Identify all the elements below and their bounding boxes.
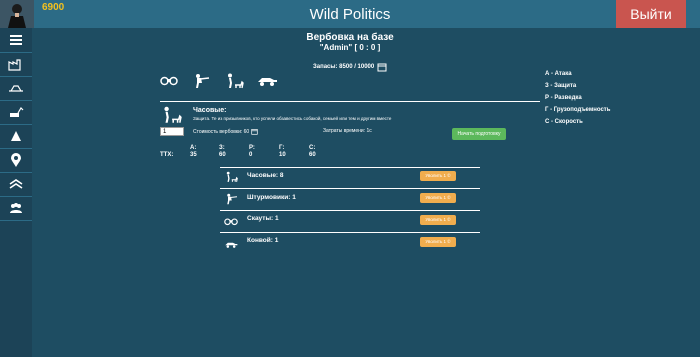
sidebar-item-people[interactable]: [0, 196, 32, 221]
digger-icon: [10, 107, 24, 117]
guard-dog-icon: [228, 73, 244, 89]
sidebar-item-factory[interactable]: [0, 52, 32, 77]
factory-icon: [8, 59, 21, 71]
unit-row-icon: [224, 214, 238, 232]
convoy-icon: [258, 78, 277, 86]
unit-row-label: Скауты: 1: [247, 215, 279, 222]
ttx-key: С:: [309, 145, 316, 151]
binoculars-icon: [224, 218, 238, 226]
legend-item: Г - Грузоподъемность: [545, 107, 611, 113]
dismiss-button[interactable]: Уволить 1 ©: [420, 193, 456, 203]
unit-type-convoy[interactable]: [256, 73, 278, 87]
stats-legend: А - Атака З - Защита Р - Разведка Г - Гр…: [545, 71, 610, 131]
sidebar: [0, 28, 32, 357]
supplies: Запасы: 8500 / 10000: [313, 62, 387, 72]
ttx-value: 0: [249, 152, 253, 158]
ttx-key: Г:: [279, 145, 285, 151]
recruit-cost: Стоимость вербовки: 60: [193, 128, 258, 135]
unit-type-guards[interactable]: [224, 73, 244, 89]
dismiss-button[interactable]: Уволить 1 ©: [420, 237, 456, 247]
quantity-input[interactable]: 1: [160, 127, 184, 136]
legend-item: Р - Разведка: [545, 95, 582, 101]
unit-type-scouts[interactable]: [160, 73, 178, 87]
dismiss-button[interactable]: Уволить 1 ©: [420, 215, 456, 225]
unit-row-label: Часовые: 8: [247, 172, 284, 179]
unit-row-icon: [224, 170, 238, 188]
location-icon: [11, 153, 21, 167]
field-icon: [9, 85, 23, 92]
player-info: "Admin" [ 0 : 0 ]: [319, 43, 381, 52]
divider: [160, 101, 540, 102]
app-title: Wild Politics: [309, 6, 391, 23]
sidebar-item-rank[interactable]: [0, 172, 32, 197]
box-icon: [251, 129, 258, 135]
divider: [220, 167, 480, 168]
ttx-value: 60: [219, 152, 226, 158]
start-training-button[interactable]: Начать подготовку: [452, 128, 506, 140]
logout-button[interactable]: Выйти: [616, 0, 686, 28]
time-cost: Затраты времени: 1с: [323, 128, 372, 134]
tank-icon: [11, 131, 21, 141]
sidebar-item-location[interactable]: [0, 148, 32, 173]
ttx-label: ТТХ:: [160, 152, 174, 158]
ttx-value: 10: [279, 152, 286, 158]
ttx-value: 35: [190, 152, 197, 158]
people-icon: [10, 203, 22, 213]
selected-unit-icon: [160, 106, 182, 129]
ttx-key: З:: [219, 145, 225, 151]
soldier-icon: [227, 193, 238, 205]
unit-row-label: Штурмовики: 1: [247, 194, 296, 201]
divider: [220, 210, 480, 211]
recruit-cost-label: Стоимость вербовки: 60: [193, 128, 250, 135]
box-icon: [377, 63, 387, 72]
page-title: Вербовка на базе: [306, 32, 394, 43]
ttx-key: Р:: [249, 145, 255, 151]
ttx-value: 60: [309, 152, 316, 158]
guard-dog-icon: [164, 106, 182, 123]
sidebar-item-digger[interactable]: [0, 100, 32, 125]
selected-unit-name: Часовые:: [193, 107, 227, 114]
unit-row-icon: [224, 236, 238, 254]
guard-dog-icon: [226, 171, 238, 182]
convoy-icon: [225, 242, 238, 248]
unit-type-stormtroopers[interactable]: [192, 73, 210, 89]
unit-row-icon: [224, 192, 238, 210]
ttx-key: А:: [190, 145, 197, 151]
soldier-icon: [196, 74, 210, 88]
selected-unit-description: Защита. Те из призывников, кто успели об…: [193, 116, 392, 121]
supplies-label: Запасы: 8500 / 10000: [313, 64, 375, 70]
legend-item: З - Защита: [545, 83, 577, 89]
unit-row-label: Конвой: 1: [247, 237, 279, 244]
top-bar: 6900 Wild Politics Выйти: [0, 0, 700, 28]
sidebar-item-field[interactable]: [0, 76, 32, 101]
legend-item: С - Скорость: [545, 119, 583, 125]
sidebar-item-tank[interactable]: [0, 124, 32, 149]
rank-icon: [9, 179, 23, 189]
legend-item: А - Атака: [545, 71, 572, 77]
divider: [220, 188, 480, 189]
divider: [220, 232, 480, 233]
dismiss-button[interactable]: Уволить 1 ©: [420, 171, 456, 181]
binoculars-icon: [160, 76, 178, 86]
